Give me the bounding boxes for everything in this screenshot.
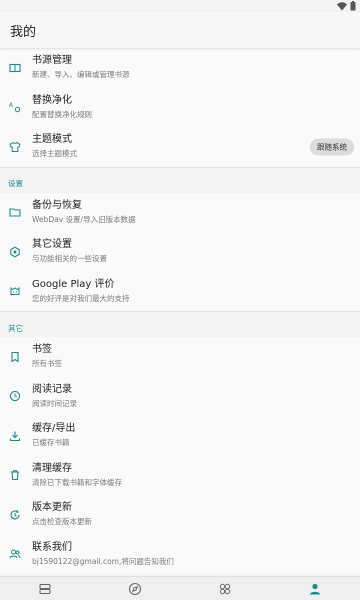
folder-icon [9,206,21,218]
bookmark-icon [9,351,21,363]
grid-icon [219,583,231,594]
nav-discover[interactable] [90,577,180,600]
clock-icon [9,390,21,402]
group-source: 书源管理新建、导入、编辑或管理书源 A 替换净化配置替换净化规则 主题模式选择主… [0,48,360,167]
section-header-other: 其它 [0,319,360,337]
row-read-record[interactable]: 阅读记录阅读时间记录 [0,377,360,417]
update-icon [9,509,21,521]
row-title: 书源管理 [32,55,72,66]
theme-mode-chip[interactable]: 跟随系统 [310,138,354,156]
row-subtitle: 清除已下载书籍和字体缓存 [32,477,122,487]
settings-list[interactable]: 书源管理新建、导入、编辑或管理书源 A 替换净化配置替换净化规则 主题模式选择主… [0,48,360,576]
row-subtitle: 所有书签 [32,359,62,368]
heart-face-icon [9,285,21,297]
battery-icon [350,1,356,11]
row-backup[interactable]: 备份与恢复 WebDav 设置/导入旧版本数据 [0,193,360,233]
row-title: 书签 [32,344,52,355]
divider [0,166,360,175]
bottom-navigation [0,576,360,600]
group-other: 书签所有书签 阅读记录阅读时间记录 缓存/导出已缓存书籍 清理缓存清除已下载书籍… [0,337,360,574]
nav-rss[interactable] [180,577,270,600]
row-google-play[interactable]: Google Play 评价您的好评是对我们最大的支持 [0,272,360,312]
row-subtitle: WebDav 设置/导入旧版本数据 [32,214,136,224]
row-subtitle: bj1590122@gmail.com,将问题告知我们 [32,556,174,566]
section-header-settings: 设置 [0,174,360,193]
wifi-icon [337,1,347,10]
svg-text:A: A [9,102,14,109]
row-subtitle: 配置替换净化规则 [32,109,92,119]
row-cache-export[interactable]: 缓存/导出已缓存书籍 [0,416,360,456]
contacts-icon [9,548,21,560]
row-title: 备份与恢复 [32,199,82,211]
person-icon [310,583,320,594]
shirt-icon [9,141,21,153]
page-title: 我的 [10,24,37,40]
settings-icon [9,246,21,258]
row-book-source[interactable]: 书源管理新建、导入、编辑或管理书源 [0,48,360,88]
nav-my[interactable] [270,577,360,600]
group-settings: 备份与恢复 WebDav 设置/导入旧版本数据 其它设置与功能相关的一些设置 Go… [0,192,360,312]
row-clear-cache[interactable]: 清理缓存清除已下载书籍和字体缓存 [0,456,360,496]
nav-bookshelf[interactable] [0,577,90,600]
row-subtitle: 选择主题模式 [32,149,77,158]
row-replace[interactable]: A 替换净化配置替换净化规则 [0,88,360,128]
row-subtitle: 点击检查版本更新 [32,517,92,526]
row-title: 其它设置 [32,239,72,250]
status-bar [0,0,360,12]
row-subtitle: 您的好评是对我们最大的支持 [32,293,130,303]
row-title: Google Play 评价 [32,278,115,290]
divider [0,311,360,319]
row-title: 阅读记录 [32,383,72,395]
row-subtitle: 已缓存书籍 [32,438,70,447]
row-title: 缓存/导出 [32,423,76,434]
row-version-update[interactable]: 版本更新点击检查版本更新 [0,495,360,535]
trash-icon [9,469,21,481]
bookshelf-icon [39,583,51,594]
row-other-settings[interactable]: 其它设置与功能相关的一些设置 [0,232,360,272]
row-title: 主题模式 [32,134,72,145]
row-bookmark[interactable]: 书签 所有书签 [0,337,360,377]
row-theme[interactable]: 主题模式选择主题模式 跟随系统 [0,127,360,167]
book-open-icon [9,62,21,74]
row-title: 联系我们 [32,541,72,553]
row-subtitle: 阅读时间记录 [32,398,77,408]
row-contact-us[interactable]: 联系我们 bj1590122@gmail.com,将问题告知我们 [0,535,360,575]
row-title: 清理缓存 [32,462,72,474]
download-icon [9,430,21,442]
row-title: 替换净化 [32,94,72,106]
replace-icon: A [9,101,21,113]
row-title: 版本更新 [32,502,72,513]
app-bar: 我的 [0,12,360,48]
compass-icon [128,582,142,595]
row-subtitle: 与功能相关的一些设置 [32,254,107,263]
row-subtitle: 新建、导入、编辑或管理书源 [32,70,130,79]
